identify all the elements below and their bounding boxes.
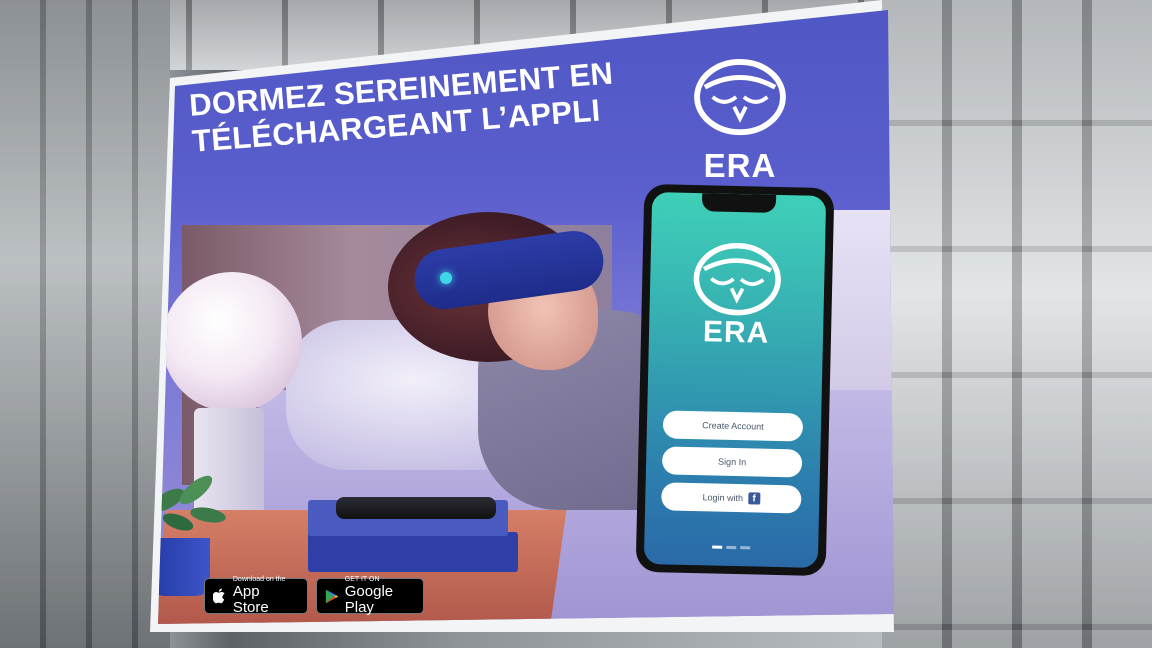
page-dot	[712, 545, 723, 549]
plant-pot	[158, 538, 210, 596]
brand-name: ERA	[703, 147, 777, 184]
smartphone-on-books	[336, 497, 496, 519]
create-account-button[interactable]: Create Account	[662, 410, 804, 442]
login-with-label: Login with	[702, 492, 744, 504]
page-indicator	[644, 544, 818, 551]
glass-wall-right	[882, 0, 1152, 648]
sign-in-button[interactable]: Sign In	[661, 446, 803, 478]
plant-icon	[158, 475, 226, 531]
apple-icon	[213, 588, 225, 604]
create-account-label: Create Account	[702, 420, 764, 432]
headband-light	[440, 272, 452, 284]
book	[308, 532, 518, 572]
globe-lamp	[162, 272, 302, 412]
owl-logo-icon	[693, 242, 781, 316]
google-play-big-text: Google Play	[344, 583, 394, 616]
google-play-badge[interactable]: GET IT ON Google Play	[316, 576, 424, 616]
glass-wall-left	[0, 0, 170, 648]
app-screen: ERA Create Account Sign In Login with f	[643, 192, 827, 568]
facebook-icon: f	[747, 492, 761, 505]
era-brand: ERA	[688, 58, 792, 185]
page-dot	[740, 546, 751, 550]
sign-in-label: Sign In	[718, 456, 747, 468]
page-dot	[726, 545, 737, 550]
phone-notch	[701, 193, 777, 213]
app-store-badge[interactable]: Download on the App Store	[204, 576, 308, 616]
google-play-icon	[325, 589, 339, 603]
app-brand-name: ERA	[702, 315, 770, 350]
owl-logo-icon	[694, 58, 786, 136]
login-with-facebook-button[interactable]: Login with f	[661, 482, 802, 514]
app-store-big-text: App Store	[232, 583, 269, 616]
smartphone-mockup: ERA Create Account Sign In Login with f	[635, 183, 835, 577]
